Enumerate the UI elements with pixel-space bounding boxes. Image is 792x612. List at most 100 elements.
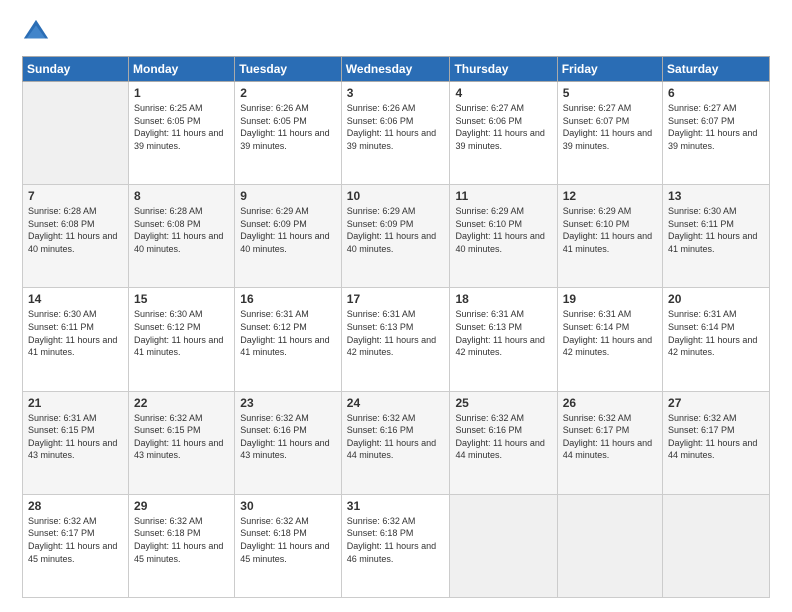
day-cell: [663, 494, 770, 597]
header: [22, 18, 770, 46]
day-number: 21: [28, 396, 123, 410]
day-number: 15: [134, 292, 229, 306]
day-cell: 19Sunrise: 6:31 AM Sunset: 6:14 PM Dayli…: [557, 288, 662, 391]
header-row: SundayMondayTuesdayWednesdayThursdayFrid…: [23, 57, 770, 82]
day-info: Sunrise: 6:32 AM Sunset: 6:17 PM Dayligh…: [563, 412, 657, 462]
calendar-body: 1 Sunrise: 6:25 AM Sunset: 6:05 PM Daylig…: [23, 82, 770, 598]
logo-icon: [22, 18, 50, 46]
day-number: 1: [134, 86, 229, 100]
day-cell: 16 Sunrise: 6:31 AM Sunset: 6:12 PM Dayli…: [235, 288, 342, 391]
day-info: Sunrise: 6:27 AM Sunset: 6:07 PM Dayligh…: [563, 102, 657, 152]
header-cell-thursday: Thursday: [450, 57, 557, 82]
day-cell: 3Sunrise: 6:26 AM Sunset: 6:06 PM Daylig…: [341, 82, 450, 185]
week-row-3: 21 Sunrise: 6:31 AM Sunset: 6:15 PM Dayli…: [23, 391, 770, 494]
week-row-0: 1 Sunrise: 6:25 AM Sunset: 6:05 PM Daylig…: [23, 82, 770, 185]
day-info: Sunrise: 6:31 AM Sunset: 6:13 PM Dayligh…: [455, 308, 551, 358]
day-cell: 29Sunrise: 6:32 AM Sunset: 6:18 PM Dayli…: [129, 494, 235, 597]
day-cell: 15 Sunrise: 6:30 AM Sunset: 6:12 PM Dayli…: [129, 288, 235, 391]
day-info: Sunrise: 6:29 AM Sunset: 6:09 PM Dayligh…: [240, 205, 336, 255]
day-number: 13: [668, 189, 764, 203]
calendar-header: SundayMondayTuesdayWednesdayThursdayFrid…: [23, 57, 770, 82]
logo: [22, 18, 54, 46]
day-cell: 17 Sunrise: 6:31 AM Sunset: 6:13 PM Dayli…: [341, 288, 450, 391]
day-info: Sunrise: 6:32 AM Sunset: 6:16 PM Dayligh…: [240, 412, 336, 462]
day-cell: 1 Sunrise: 6:25 AM Sunset: 6:05 PM Daylig…: [129, 82, 235, 185]
day-number: 24: [347, 396, 445, 410]
day-number: 3: [347, 86, 445, 100]
day-number: 16: [240, 292, 336, 306]
day-cell: 6Sunrise: 6:27 AM Sunset: 6:07 PM Daylig…: [663, 82, 770, 185]
day-cell: 2 Sunrise: 6:26 AM Sunset: 6:05 PM Daylig…: [235, 82, 342, 185]
day-number: 26: [563, 396, 657, 410]
day-info: Sunrise: 6:32 AM Sunset: 6:16 PM Dayligh…: [347, 412, 445, 462]
day-info: Sunrise: 6:29 AM Sunset: 6:10 PM Dayligh…: [455, 205, 551, 255]
header-cell-tuesday: Tuesday: [235, 57, 342, 82]
header-cell-sunday: Sunday: [23, 57, 129, 82]
day-cell: 4Sunrise: 6:27 AM Sunset: 6:06 PM Daylig…: [450, 82, 557, 185]
calendar-table: SundayMondayTuesdayWednesdayThursdayFrid…: [22, 56, 770, 598]
day-info: Sunrise: 6:32 AM Sunset: 6:18 PM Dayligh…: [240, 515, 336, 565]
day-cell: 10Sunrise: 6:29 AM Sunset: 6:09 PM Dayli…: [341, 185, 450, 288]
day-number: 17: [347, 292, 445, 306]
day-info: Sunrise: 6:32 AM Sunset: 6:15 PM Dayligh…: [134, 412, 229, 462]
day-cell: 20 Sunrise: 6:31 AM Sunset: 6:14 PM Dayli…: [663, 288, 770, 391]
day-cell: 28 Sunrise: 6:32 AM Sunset: 6:17 PM Dayli…: [23, 494, 129, 597]
day-cell: 13 Sunrise: 6:30 AM Sunset: 6:11 PM Dayli…: [663, 185, 770, 288]
day-cell: 9Sunrise: 6:29 AM Sunset: 6:09 PM Daylig…: [235, 185, 342, 288]
week-row-2: 14Sunrise: 6:30 AM Sunset: 6:11 PM Dayli…: [23, 288, 770, 391]
day-cell: 26 Sunrise: 6:32 AM Sunset: 6:17 PM Dayli…: [557, 391, 662, 494]
day-info: Sunrise: 6:30 AM Sunset: 6:11 PM Dayligh…: [668, 205, 764, 255]
day-cell: 7Sunrise: 6:28 AM Sunset: 6:08 PM Daylig…: [23, 185, 129, 288]
day-cell: 21 Sunrise: 6:31 AM Sunset: 6:15 PM Dayli…: [23, 391, 129, 494]
day-cell: 18 Sunrise: 6:31 AM Sunset: 6:13 PM Dayli…: [450, 288, 557, 391]
day-cell: 22 Sunrise: 6:32 AM Sunset: 6:15 PM Dayli…: [129, 391, 235, 494]
day-info: Sunrise: 6:26 AM Sunset: 6:05 PM Dayligh…: [240, 102, 336, 152]
header-cell-saturday: Saturday: [663, 57, 770, 82]
day-number: 23: [240, 396, 336, 410]
day-info: Sunrise: 6:25 AM Sunset: 6:05 PM Dayligh…: [134, 102, 229, 152]
day-number: 27: [668, 396, 764, 410]
day-cell: 14Sunrise: 6:30 AM Sunset: 6:11 PM Dayli…: [23, 288, 129, 391]
day-number: 18: [455, 292, 551, 306]
day-number: 2: [240, 86, 336, 100]
day-number: 28: [28, 499, 123, 513]
day-info: Sunrise: 6:31 AM Sunset: 6:14 PM Dayligh…: [668, 308, 764, 358]
day-info: Sunrise: 6:32 AM Sunset: 6:18 PM Dayligh…: [347, 515, 445, 565]
day-info: Sunrise: 6:32 AM Sunset: 6:16 PM Dayligh…: [455, 412, 551, 462]
day-cell: [23, 82, 129, 185]
day-info: Sunrise: 6:30 AM Sunset: 6:12 PM Dayligh…: [134, 308, 229, 358]
day-info: Sunrise: 6:31 AM Sunset: 6:12 PM Dayligh…: [240, 308, 336, 358]
header-cell-friday: Friday: [557, 57, 662, 82]
day-cell: 25Sunrise: 6:32 AM Sunset: 6:16 PM Dayli…: [450, 391, 557, 494]
week-row-1: 7Sunrise: 6:28 AM Sunset: 6:08 PM Daylig…: [23, 185, 770, 288]
day-number: 8: [134, 189, 229, 203]
day-cell: 27Sunrise: 6:32 AM Sunset: 6:17 PM Dayli…: [663, 391, 770, 494]
day-cell: 12 Sunrise: 6:29 AM Sunset: 6:10 PM Dayli…: [557, 185, 662, 288]
day-info: Sunrise: 6:32 AM Sunset: 6:17 PM Dayligh…: [28, 515, 123, 565]
day-number: 31: [347, 499, 445, 513]
day-info: Sunrise: 6:29 AM Sunset: 6:10 PM Dayligh…: [563, 205, 657, 255]
day-info: Sunrise: 6:31 AM Sunset: 6:14 PM Dayligh…: [563, 308, 657, 358]
day-number: 5: [563, 86, 657, 100]
day-cell: [557, 494, 662, 597]
day-number: 11: [455, 189, 551, 203]
day-cell: [450, 494, 557, 597]
day-info: Sunrise: 6:31 AM Sunset: 6:13 PM Dayligh…: [347, 308, 445, 358]
day-cell: 31 Sunrise: 6:32 AM Sunset: 6:18 PM Dayli…: [341, 494, 450, 597]
day-number: 12: [563, 189, 657, 203]
day-cell: 11 Sunrise: 6:29 AM Sunset: 6:10 PM Dayli…: [450, 185, 557, 288]
day-cell: 23 Sunrise: 6:32 AM Sunset: 6:16 PM Dayli…: [235, 391, 342, 494]
week-row-4: 28 Sunrise: 6:32 AM Sunset: 6:17 PM Dayli…: [23, 494, 770, 597]
day-number: 20: [668, 292, 764, 306]
day-number: 6: [668, 86, 764, 100]
day-cell: 8Sunrise: 6:28 AM Sunset: 6:08 PM Daylig…: [129, 185, 235, 288]
day-number: 22: [134, 396, 229, 410]
page: SundayMondayTuesdayWednesdayThursdayFrid…: [0, 0, 792, 612]
day-number: 14: [28, 292, 123, 306]
day-info: Sunrise: 6:32 AM Sunset: 6:18 PM Dayligh…: [134, 515, 229, 565]
header-cell-wednesday: Wednesday: [341, 57, 450, 82]
day-info: Sunrise: 6:31 AM Sunset: 6:15 PM Dayligh…: [28, 412, 123, 462]
day-info: Sunrise: 6:27 AM Sunset: 6:06 PM Dayligh…: [455, 102, 551, 152]
day-cell: 24 Sunrise: 6:32 AM Sunset: 6:16 PM Dayli…: [341, 391, 450, 494]
header-cell-monday: Monday: [129, 57, 235, 82]
